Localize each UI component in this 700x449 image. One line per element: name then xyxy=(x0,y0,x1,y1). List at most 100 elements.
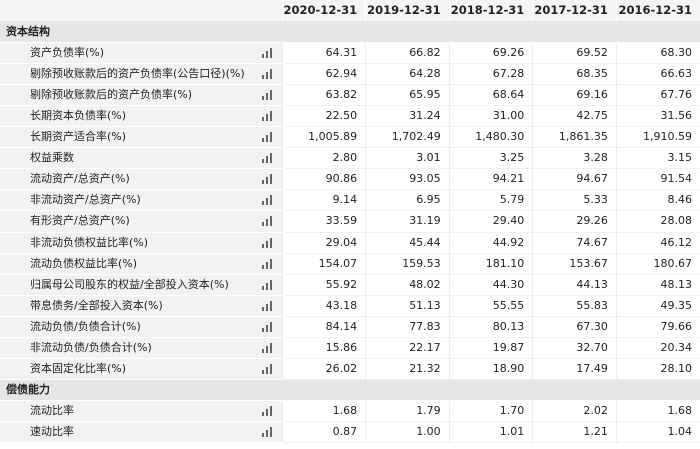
bar-chart-icon[interactable] xyxy=(261,132,273,143)
bar-chart-icon[interactable] xyxy=(261,68,273,79)
row-label: 剔除预收账款后的资产负债率(%) xyxy=(0,84,253,106)
value-cell: 1.04 xyxy=(615,421,700,444)
value-cell: 77.83 xyxy=(365,316,450,339)
value-cell: 29.04 xyxy=(281,232,366,254)
value-cell: 3.28 xyxy=(532,147,617,170)
bar-chart-icon[interactable] xyxy=(261,111,273,122)
bar-chart-icon[interactable] xyxy=(261,195,273,206)
value-cell: 33.59 xyxy=(281,210,366,233)
value-cell: 1,861.35 xyxy=(532,126,617,149)
table-row: 长期资产适合率(%) 1,005.89 1,702.49 1,480.30 1,861.… xyxy=(0,126,700,149)
value-cell: 1.68 xyxy=(281,400,366,423)
value-cell: 5.79 xyxy=(448,189,533,212)
value-cell: 181.10 xyxy=(448,253,533,275)
value-cell: 69.26 xyxy=(448,42,533,64)
year-header: 2016-12-31 xyxy=(615,0,700,22)
section-header-fill xyxy=(532,21,617,43)
bar-chart-icon[interactable] xyxy=(261,89,273,100)
row-label: 剔除预收账款后的资产负债率(公告口径)(%) xyxy=(0,63,253,85)
row-chart-cell xyxy=(253,400,282,423)
table-row: 流动资产/总资产(%) 90.86 93.05 94.21 94.67 91.54 xyxy=(0,168,700,191)
bar-chart-icon[interactable] xyxy=(261,47,273,58)
value-cell: 1.79 xyxy=(365,400,450,423)
bar-chart-icon[interactable] xyxy=(261,321,273,332)
value-cell: 48.13 xyxy=(615,274,700,296)
table-row: 有形资产/总资产(%) 33.59 31.19 29.40 29.26 28.08 xyxy=(0,210,700,233)
value-cell: 180.67 xyxy=(615,253,700,275)
bar-chart-icon[interactable] xyxy=(261,427,273,438)
row-chart-cell xyxy=(253,421,282,444)
row-chart-cell xyxy=(253,126,282,149)
row-chart-cell xyxy=(253,84,282,106)
value-cell: 3.25 xyxy=(448,147,533,170)
value-cell: 1,910.59 xyxy=(615,126,700,149)
bar-chart-icon[interactable] xyxy=(261,300,273,311)
value-cell: 66.63 xyxy=(615,63,700,85)
table-row: 非流动负债/负债合计(%) 15.86 22.17 19.87 32.70 20.34 xyxy=(0,337,700,360)
section-title: 偿债能力 xyxy=(0,379,282,402)
value-cell: 3.15 xyxy=(615,147,700,170)
value-cell: 1.01 xyxy=(448,421,533,444)
bar-chart-icon[interactable] xyxy=(261,343,273,354)
value-cell: 1.00 xyxy=(365,421,450,444)
row-chart-cell xyxy=(253,316,282,339)
section-header-fill xyxy=(282,379,366,402)
value-cell: 74.67 xyxy=(532,232,617,254)
bar-chart-icon[interactable] xyxy=(261,153,273,164)
bar-chart-icon[interactable] xyxy=(261,174,273,185)
row-label: 长期资本负债率(%) xyxy=(0,105,253,128)
section-header-row: 偿债能力 xyxy=(0,379,700,402)
bar-chart-icon[interactable] xyxy=(261,237,273,248)
value-cell: 22.50 xyxy=(281,105,366,128)
section-title: 资本结构 xyxy=(0,21,282,43)
year-header: 2017-12-31 xyxy=(532,0,617,22)
value-cell: 68.64 xyxy=(448,84,533,106)
value-cell: 68.35 xyxy=(532,63,617,85)
value-cell: 67.30 xyxy=(532,316,617,339)
value-cell: 17.49 xyxy=(532,358,617,381)
value-cell: 42.75 xyxy=(532,105,617,128)
row-chart-cell xyxy=(253,168,282,191)
value-cell: 65.95 xyxy=(365,84,450,106)
row-label: 流动资产/总资产(%) xyxy=(0,168,253,191)
value-cell: 28.10 xyxy=(615,358,700,381)
value-cell: 80.13 xyxy=(448,316,533,339)
bar-chart-icon[interactable] xyxy=(261,406,273,417)
value-cell: 5.33 xyxy=(532,189,617,212)
value-cell: 31.24 xyxy=(365,105,450,128)
bar-chart-icon[interactable] xyxy=(261,279,273,290)
table-row: 流动负债/负债合计(%) 84.14 77.83 80.13 67.30 79.66 xyxy=(0,316,700,339)
bar-chart-icon[interactable] xyxy=(261,216,273,227)
value-cell: 28.08 xyxy=(615,210,700,233)
table-row: 非流动负债权益比率(%) 29.04 45.44 44.92 74.67 46.12 xyxy=(0,232,700,254)
value-cell: 55.92 xyxy=(281,274,366,296)
value-cell: 20.34 xyxy=(615,337,700,360)
header-corner xyxy=(0,0,282,22)
row-label: 归属母公司股东的权益/全部投入资本(%) xyxy=(0,274,253,296)
value-cell: 68.30 xyxy=(615,42,700,64)
row-label: 流动比率 xyxy=(0,400,253,423)
row-chart-cell xyxy=(253,105,282,128)
value-cell: 69.16 xyxy=(532,84,617,106)
section-header-fill xyxy=(282,21,366,43)
value-cell: 45.44 xyxy=(365,232,450,254)
bar-chart-icon[interactable] xyxy=(261,258,273,269)
row-label: 资本固定化比率(%) xyxy=(0,358,253,381)
value-cell: 79.66 xyxy=(615,316,700,339)
financial-ratio-table: 2020-12-31 2019-12-31 2018-12-31 2017-12… xyxy=(0,0,700,444)
value-cell: 1.68 xyxy=(615,400,700,423)
table-row: 资产负债率(%) 64.31 66.82 69.26 69.52 68.30 xyxy=(0,42,700,64)
value-cell: 84.14 xyxy=(281,316,366,339)
row-label: 非流动负债/负债合计(%) xyxy=(0,337,253,360)
value-cell: 94.21 xyxy=(448,168,533,191)
row-label: 资产负债率(%) xyxy=(0,42,253,64)
table-row: 带息债务/全部投入资本(%) 43.18 51.13 55.55 55.83 49.35 xyxy=(0,295,700,317)
value-cell: 62.94 xyxy=(281,63,366,85)
value-cell: 2.80 xyxy=(281,147,366,170)
bar-chart-icon[interactable] xyxy=(261,364,273,375)
value-cell: 153.67 xyxy=(532,253,617,275)
value-cell: 49.35 xyxy=(615,295,700,317)
table-body: 资本结构 资产负债率(%) 64.31 66.82 69.26 69.52 68.30 剔除预… xyxy=(0,21,700,444)
value-cell: 6.95 xyxy=(365,189,450,212)
row-label: 长期资产适合率(%) xyxy=(0,126,253,149)
